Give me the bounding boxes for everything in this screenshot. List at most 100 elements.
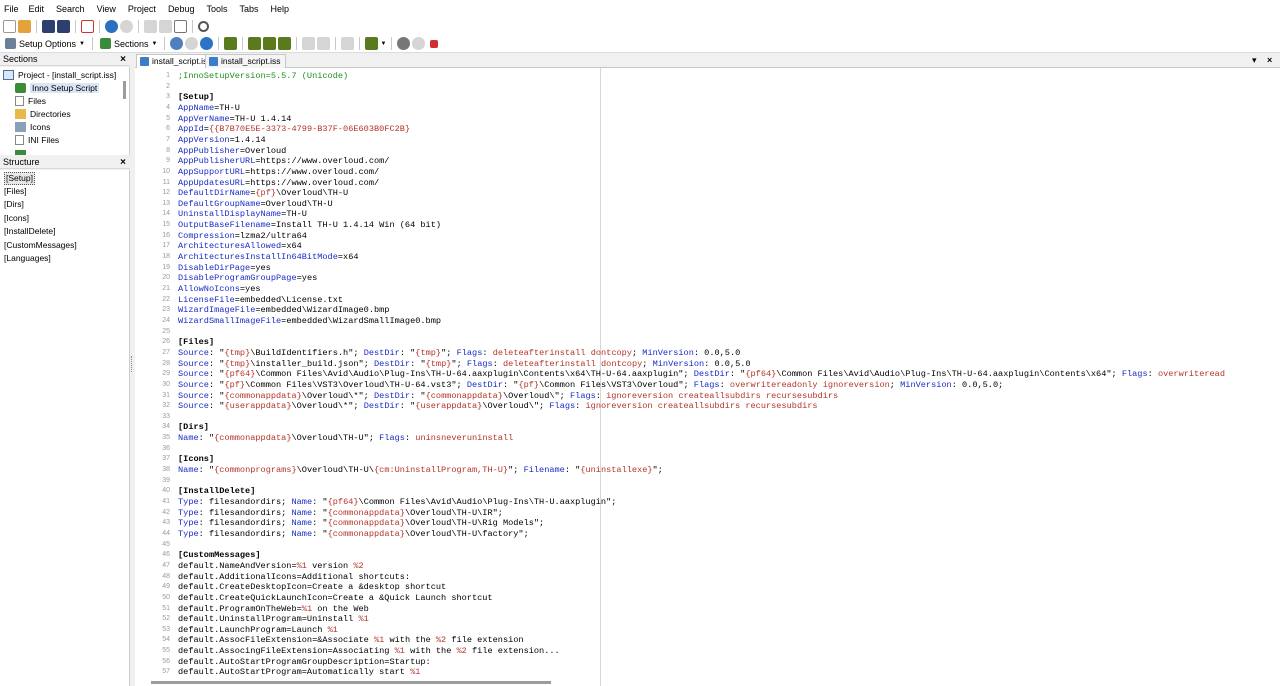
code-editor[interactable]: 1 2 3 4 5 6 7 8 9 10 11 12 13 14 15 16 17 18 19 20 21 22 23 24 2… bbox=[135, 68, 1280, 686]
stop-icon[interactable] bbox=[430, 39, 439, 48]
new-file-icon[interactable] bbox=[3, 20, 16, 33]
line-number: 47 bbox=[162, 561, 170, 569]
code-line: AppPublisher=Overloud bbox=[178, 146, 286, 157]
code-token: Name bbox=[178, 433, 199, 444]
redo-icon[interactable] bbox=[120, 20, 133, 33]
code-token: =TH-U bbox=[214, 102, 240, 113]
cut-icon[interactable] bbox=[144, 20, 157, 33]
code-token: \BuildIdentifiers.h"; bbox=[250, 347, 364, 358]
structure-item-custommessages[interactable]: [CustomMessages] bbox=[4, 239, 77, 252]
menu-search[interactable]: Search bbox=[56, 0, 91, 18]
close-icon[interactable]: × bbox=[120, 53, 126, 66]
copy-icon[interactable] bbox=[159, 20, 172, 33]
code-token: : " bbox=[208, 369, 225, 380]
step-over-bug-icon[interactable] bbox=[278, 37, 292, 50]
tree-item-directories[interactable]: Directories bbox=[15, 107, 71, 120]
undo-icon[interactable] bbox=[105, 20, 118, 33]
main-toolbar bbox=[0, 18, 1280, 35]
code-line: default.AssocingFileExtension=Associatin… bbox=[178, 646, 560, 657]
line-number: 17 bbox=[162, 242, 170, 250]
code-token: ;InnoSetupVersion=5.5.7 (Unicode) bbox=[178, 71, 349, 81]
sections-scrollbar[interactable] bbox=[123, 81, 126, 99]
menu-help[interactable]: Help bbox=[271, 0, 296, 18]
save-icon[interactable] bbox=[42, 20, 55, 33]
code-token: ignoreversion createallsubdirs recursesu… bbox=[585, 401, 818, 412]
structure-item-setup[interactable]: [Setup] bbox=[4, 172, 35, 185]
code-token: Source bbox=[178, 369, 209, 380]
gear-disabled-icon[interactable] bbox=[412, 37, 426, 50]
structure-item-files[interactable]: [Files] bbox=[4, 185, 27, 198]
code-token: : " bbox=[208, 401, 225, 412]
code-token: : 0.0,5.0 bbox=[693, 347, 741, 358]
tab-list-dropdown-icon[interactable]: ▾ bbox=[1252, 55, 1257, 66]
structure-item-installdelete[interactable]: [InstallDelete] bbox=[4, 225, 56, 238]
code-token: on the Web bbox=[312, 603, 369, 614]
tree-item-icons[interactable]: Icons bbox=[15, 120, 50, 133]
tree-item-label: INI Files bbox=[28, 134, 60, 145]
close-tab-icon[interactable]: × bbox=[1267, 55, 1272, 65]
splitter-grip[interactable] bbox=[131, 356, 133, 372]
chevron-down-icon[interactable]: ▼ bbox=[380, 41, 386, 47]
step-into-icon[interactable] bbox=[317, 37, 331, 50]
menu-tools[interactable]: Tools bbox=[206, 0, 233, 18]
code-token: \Common Files\VST3\Overloud\TH-U-64.vst3… bbox=[245, 379, 467, 390]
structure-item-icons[interactable]: [Icons] bbox=[4, 212, 29, 225]
tree-item-inno-setup-script[interactable]: Inno Setup Script bbox=[15, 81, 100, 94]
open-file-icon[interactable] bbox=[18, 20, 31, 33]
save-all-icon[interactable] bbox=[57, 20, 70, 33]
menu-project[interactable]: Project bbox=[128, 0, 162, 18]
close-file-icon[interactable] bbox=[81, 20, 94, 33]
step-bug-icon[interactable] bbox=[263, 37, 277, 50]
code-token: Flags bbox=[456, 347, 483, 358]
code-token: "; bbox=[451, 358, 467, 369]
stop-compile-icon[interactable] bbox=[185, 37, 199, 50]
refresh-icon[interactable] bbox=[200, 37, 214, 50]
pause-icon[interactable] bbox=[302, 37, 316, 50]
run-bug-icon[interactable] bbox=[248, 37, 262, 50]
structure-item-dirs[interactable]: [Dirs] bbox=[4, 198, 24, 211]
menu-file[interactable]: File bbox=[4, 0, 25, 18]
tree-item-files[interactable]: Files bbox=[15, 94, 46, 107]
sections-button[interactable]: Sections ▼ bbox=[98, 38, 159, 49]
code-token: {commonappdata} bbox=[214, 433, 292, 444]
find-icon[interactable] bbox=[198, 21, 209, 32]
code-token: : 0.0,5.0; bbox=[951, 379, 1004, 390]
compile-icon[interactable] bbox=[170, 37, 184, 50]
code-token: {commonappdata} bbox=[327, 507, 405, 518]
code-line: ArchitecturesAllowed=x64 bbox=[178, 241, 302, 252]
code-token: =embedded\WizardSmallImage0.bmp bbox=[281, 315, 442, 326]
code-token: =Overloud\TH-U bbox=[260, 198, 333, 209]
code-token: \Common Files\VST3\Overloud"; bbox=[539, 379, 694, 390]
tree-item-project[interactable]: Project - [install_script.iss] bbox=[3, 68, 116, 81]
gear-icon[interactable] bbox=[397, 37, 411, 50]
code-token: Filename bbox=[523, 465, 565, 476]
menu-debug[interactable]: Debug bbox=[168, 0, 201, 18]
code-token: Name bbox=[291, 507, 313, 518]
sections-label: Sections bbox=[114, 38, 149, 49]
tab-install-script-2[interactable]: install_script.iss bbox=[205, 54, 286, 68]
debug-options-icon[interactable] bbox=[365, 37, 379, 50]
line-number: 27 bbox=[162, 348, 170, 356]
code-token: AppPublisher bbox=[178, 145, 240, 156]
menu-edit[interactable]: Edit bbox=[29, 0, 51, 18]
horizontal-scrollbar[interactable] bbox=[151, 681, 551, 684]
code-token: deleteafterinstall dontcopy bbox=[492, 347, 632, 358]
paste-icon[interactable] bbox=[174, 20, 187, 33]
menu-view[interactable]: View bbox=[97, 0, 122, 18]
tree-item-ini-files[interactable]: INI Files bbox=[15, 133, 59, 146]
debug-bug-icon[interactable] bbox=[224, 37, 238, 50]
menu-tabs[interactable]: Tabs bbox=[239, 0, 264, 18]
structure-item-languages[interactable]: [Languages] bbox=[4, 252, 51, 265]
breakpoint-icon[interactable] bbox=[341, 37, 355, 50]
close-icon[interactable]: × bbox=[120, 156, 126, 169]
code-token: : " bbox=[312, 497, 328, 507]
code-token: %1 bbox=[394, 646, 405, 657]
setup-options-button[interactable]: Setup Options ▼ bbox=[3, 38, 87, 49]
line-number: 9 bbox=[166, 157, 170, 165]
code-token: \Overloud\"; bbox=[502, 390, 570, 401]
code-line: default.AssocFileExtension=&Associate %1… bbox=[178, 635, 524, 646]
code-token: {tmp} bbox=[224, 347, 251, 358]
code-token: {commonappdata} bbox=[327, 518, 405, 529]
code-token: =yes bbox=[250, 262, 271, 273]
line-number: 14 bbox=[162, 210, 170, 218]
